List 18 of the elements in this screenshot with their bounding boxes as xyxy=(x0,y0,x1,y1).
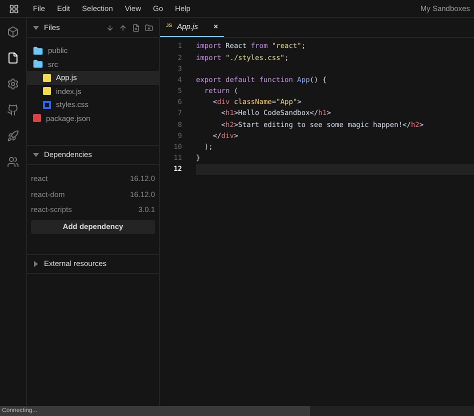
new-file-icon[interactable] xyxy=(132,24,140,32)
folder-icon xyxy=(33,59,43,70)
arrow-down-icon[interactable] xyxy=(106,24,114,32)
cube-icon[interactable] xyxy=(7,26,19,38)
caret-icon[interactable] xyxy=(33,260,39,266)
rocket-icon[interactable] xyxy=(7,130,19,142)
settings-icon[interactable] xyxy=(7,78,19,90)
cat-icon[interactable] xyxy=(7,104,19,116)
folder-icon xyxy=(33,46,43,56)
arrow-up-icon[interactable] xyxy=(119,24,127,32)
new-folder-icon[interactable] xyxy=(145,24,153,32)
caret-icon[interactable] xyxy=(33,24,39,30)
logo-icon[interactable] xyxy=(8,4,18,14)
json-file-icon xyxy=(33,114,41,122)
caret-icon[interactable] xyxy=(33,152,39,158)
css-file-icon xyxy=(43,100,51,109)
users-icon[interactable] xyxy=(7,156,19,168)
file-icon[interactable] xyxy=(7,52,19,64)
